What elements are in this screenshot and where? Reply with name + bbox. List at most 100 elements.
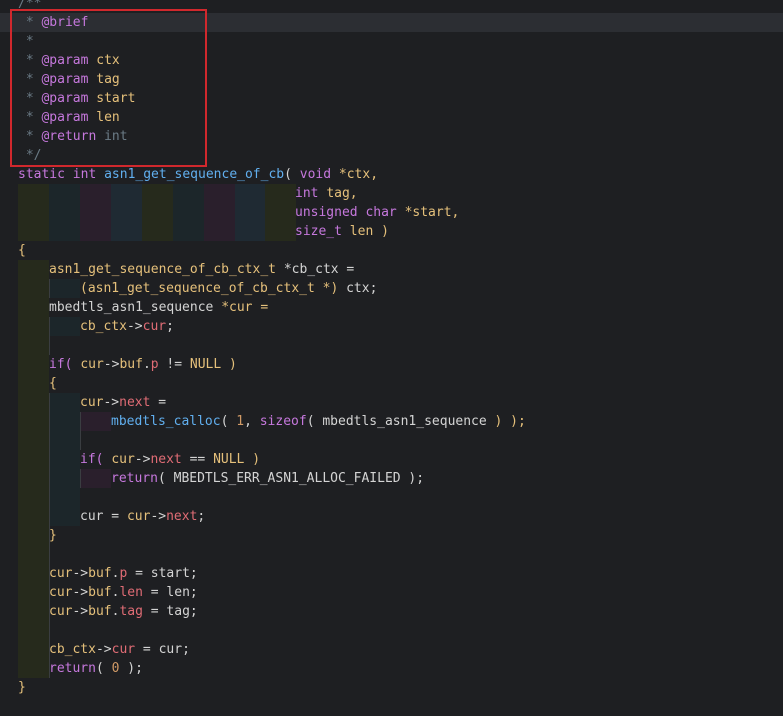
code-line[interactable]: * @param len [0,108,783,127]
code-token: *ctx, [338,167,379,182]
code-token: @param [41,110,89,125]
indent-guide-band [235,222,266,241]
indent-guide-band [265,184,296,203]
code-line[interactable]: cur->buf.p = start; [0,564,783,583]
code-line[interactable]: cb_ctx->cur = cur; [0,640,783,659]
code-line[interactable]: /** [0,0,783,13]
code-token: , [244,414,260,429]
code-line[interactable]: } [0,526,783,545]
code-token: return [49,661,96,676]
code-token: @param [41,91,89,106]
code-token: /** [18,0,42,11]
code-line[interactable]: return( MBEDTLS_ERR_ASN1_ALLOC_FAILED ); [0,469,783,488]
code-line[interactable]: * @brief [0,13,783,32]
code-line[interactable]: mbedtls_asn1_sequence *cur = [0,298,783,317]
code-line[interactable]: } [0,678,783,697]
code-token: static int [18,167,105,182]
code-token: * [18,72,42,87]
indent-guide-band [111,184,142,203]
indent-guide-band [142,222,173,241]
indent-guide-band [49,469,80,488]
code-token: NULL ) [213,452,261,467]
code-line[interactable]: * @param start [0,89,783,108]
code-line[interactable] [0,431,783,450]
code-line[interactable]: static int asn1_get_sequence_of_cb( void… [0,165,783,184]
code-token: 1 [236,414,245,429]
indent-guide-line [49,488,50,507]
code-line[interactable]: int tag, [0,184,783,203]
code-line[interactable]: unsigned char *start, [0,203,783,222]
code-token: * [18,91,42,106]
code-text: mbedtls_calloc( 1, sizeof( mbedtls_asn1_… [111,412,526,431]
indent-guide-band [18,355,49,374]
code-token: -> [103,357,120,372]
code-token: */ [18,148,42,163]
code-line[interactable] [0,545,783,564]
indent-guide-band [80,184,111,203]
code-line[interactable]: (asn1_get_sequence_of_cb_ctx_t *) ctx; [0,279,783,298]
code-token: ); [119,661,143,676]
code-token: * [18,53,42,68]
code-line[interactable]: cur->buf.tag = tag; [0,602,783,621]
code-line[interactable]: * @param tag [0,70,783,89]
indent-guide-band [142,203,173,222]
code-token: tag, [326,186,358,201]
code-text: * @param start [18,89,136,108]
code-line[interactable]: * @param ctx [0,51,783,70]
code-line[interactable]: return( 0 ); [0,659,783,678]
code-token: mbedtls_calloc [111,414,221,429]
indent-guide-band [204,222,235,241]
code-text: mbedtls_asn1_sequence *cur = [49,298,268,317]
code-text: if( cur->next == NULL ) [80,450,260,469]
code-line[interactable] [0,336,783,355]
indent-guide-line [49,431,50,450]
code-line[interactable]: cur->buf.len = len; [0,583,783,602]
code-text: unsigned char *start, [295,203,459,222]
code-text: * [18,32,34,51]
indent-guide-band [18,526,49,545]
code-line[interactable]: */ [0,146,783,165]
code-line[interactable]: { [0,374,783,393]
code-text: * @param len [18,108,120,127]
code-text: return( 0 ); [49,659,143,678]
indent-guide-band [49,203,80,222]
code-text: return( MBEDTLS_ERR_ASN1_ALLOC_FAILED ); [111,469,424,488]
code-line[interactable]: if( cur->buf.p != NULL ) [0,355,783,374]
code-token: tag [88,72,120,87]
code-text: * @param ctx [18,51,120,70]
indent-guide-line [49,317,50,336]
indent-guide-band [49,184,80,203]
code-text: static int asn1_get_sequence_of_cb( void… [18,165,378,184]
code-text: } [49,526,57,545]
code-text: /** [18,0,41,13]
code-token: p [150,357,159,372]
code-line[interactable]: cb_ctx->cur; [0,317,783,336]
code-line[interactable]: asn1_get_sequence_of_cb_ctx_t *cb_ctx = [0,260,783,279]
indent-guide-band [80,412,111,431]
code-token: @param [41,72,89,87]
indent-guide-line [80,412,81,431]
code-token: = cur; [135,642,190,657]
code-text: cb_ctx->cur = cur; [49,640,190,659]
code-token: *cb_ctx = [283,262,355,277]
code-token: len ) [349,224,389,239]
code-line[interactable]: * @return int [0,127,783,146]
code-line[interactable]: mbedtls_calloc( 1, sizeof( mbedtls_asn1_… [0,412,783,431]
code-line[interactable] [0,621,783,640]
code-text: asn1_get_sequence_of_cb_ctx_t *cb_ctx = [49,260,354,279]
indent-guide-band [265,222,296,241]
code-line[interactable]: * [0,32,783,51]
code-editor[interactable]: /** * @brief * * @param ctx * @param tag… [0,0,783,716]
code-line[interactable]: size_t len ) [0,222,783,241]
code-line[interactable]: cur->next = [0,393,783,412]
code-line[interactable] [0,488,783,507]
indent-guide-band [111,222,142,241]
code-token: ( [284,167,300,182]
code-token: ; [197,509,206,524]
code-line[interactable]: cur = cur->next; [0,507,783,526]
code-line[interactable]: if( cur->next == NULL ) [0,450,783,469]
indent-guide-band [18,260,49,279]
code-line[interactable]: { [0,241,783,260]
code-token: ( [95,661,112,676]
indent-guide-line [49,336,50,355]
